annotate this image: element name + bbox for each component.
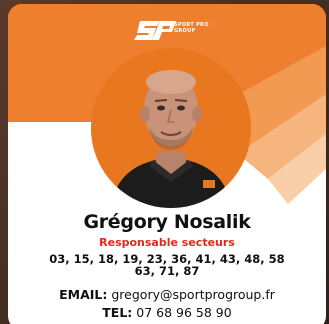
profile-photo xyxy=(91,48,251,208)
department-list: 03, 15, 18, 19, 23, 36, 41, 43, 48, 58 6… xyxy=(49,252,285,278)
email-address[interactable]: gregory@sportprogroup.fr xyxy=(111,287,275,302)
person-name: Grégory Nosalik xyxy=(83,211,251,233)
phone-label: TEL: xyxy=(102,305,133,320)
person-role: Responsable secteurs xyxy=(99,236,235,249)
contact-card: SPORT PRO GROUP Grégory Nosalik Responsa… xyxy=(8,4,326,324)
phone-number[interactable]: 07 68 96 58 90 xyxy=(136,305,231,320)
email-label: EMAIL: xyxy=(59,287,108,302)
background: SPORT PRO GROUP Grégory Nosalik Responsa… xyxy=(0,0,329,324)
phone-line: TEL: 07 68 96 58 90 xyxy=(8,305,326,320)
email-line: EMAIL: gregory@sportprogroup.fr xyxy=(8,287,326,302)
logo-text: SPORT PRO GROUP xyxy=(174,22,209,34)
